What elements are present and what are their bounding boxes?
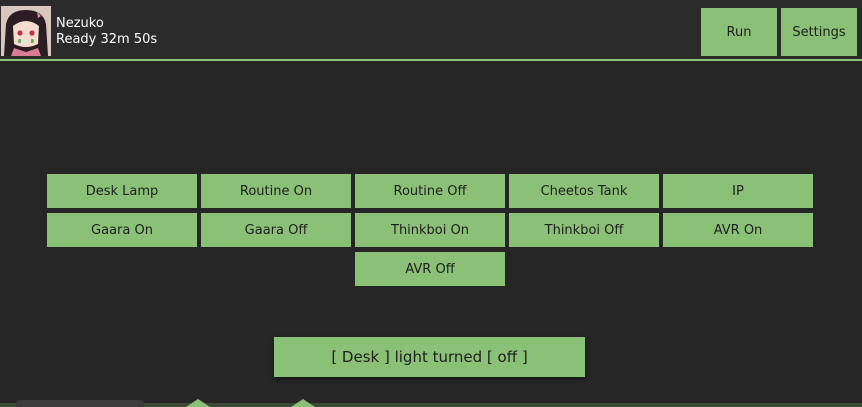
avatar [1, 6, 51, 56]
avr-off-button[interactable]: AVR Off [355, 252, 505, 286]
chevron-up-icon-2[interactable] [291, 399, 315, 407]
bottom-tab-handle[interactable] [16, 400, 144, 407]
user-name: Nezuko [56, 16, 104, 31]
cheetos-tank-button[interactable]: Cheetos Tank [509, 174, 659, 208]
run-button[interactable]: Run [701, 8, 777, 56]
status-message: [ Desk ] light turned [ off ] [274, 337, 585, 377]
settings-button[interactable]: Settings [781, 8, 857, 56]
chevron-up-icon[interactable] [186, 399, 210, 407]
avatar-image [1, 6, 51, 56]
avr-on-button[interactable]: AVR On [663, 213, 813, 247]
top-bar: Nezuko Ready 32m 50s Run Settings [0, 0, 862, 61]
user-status: Ready 32m 50s [56, 32, 158, 47]
thinkboi-on-button[interactable]: Thinkboi On [355, 213, 505, 247]
ip-button[interactable]: IP [663, 174, 813, 208]
routine-on-button[interactable]: Routine On [201, 174, 351, 208]
gaara-off-button[interactable]: Gaara Off [201, 213, 351, 247]
desk-lamp-button[interactable]: Desk Lamp [47, 174, 197, 208]
gaara-on-button[interactable]: Gaara On [47, 213, 197, 247]
thinkboi-off-button[interactable]: Thinkboi Off [509, 213, 659, 247]
routine-off-button[interactable]: Routine Off [355, 174, 505, 208]
